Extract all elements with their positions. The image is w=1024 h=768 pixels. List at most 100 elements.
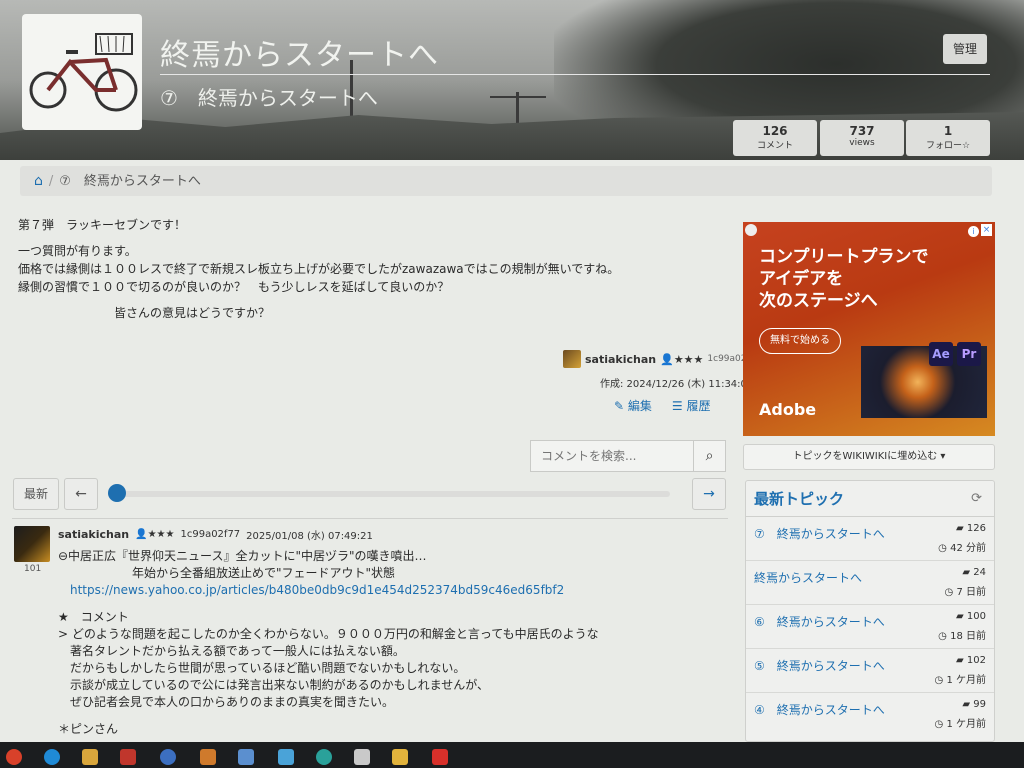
topic-title[interactable]: ⑥ 終焉からスタートへ	[754, 613, 885, 630]
arrow-left-icon[interactable]: ←	[64, 478, 98, 510]
clock-icon: ◷	[944, 587, 954, 598]
latest-button[interactable]: 最新	[13, 478, 59, 510]
clock-icon: ◷	[934, 719, 944, 730]
post-line: 一つ質問が有ります。	[18, 244, 137, 258]
comment-icon: ▰	[962, 699, 971, 710]
post-author[interactable]: satiakichan 👤★★★ 1c99a02f77	[563, 350, 761, 368]
notepad-icon[interactable]	[278, 749, 294, 765]
store-icon[interactable]	[82, 749, 98, 765]
topic-age: ◷ 42 分前	[938, 539, 986, 554]
comment-line: ⊖中居正広『世界仰天ニュース』全カットに"中居ヅラ"の嘆き噴出…	[58, 549, 427, 563]
app-icon[interactable]	[160, 749, 176, 765]
age-value: 7 日前	[956, 587, 986, 598]
comment-line: ぜひ記者会見で本人の口からありのままの真実を聞きたい。	[70, 695, 395, 709]
post-line: 縁側の習慣で１００で切るのが良いのか？ もう少しレスを延ばして良いのか？	[18, 280, 450, 294]
adobe-logo: Adobe	[759, 400, 817, 419]
topic-item[interactable]: ④ 終焉からスタートへ ▰ 99 ◷ 1 ケ月前	[746, 693, 994, 737]
post-actions: ✎ 編集 ☰ 履歴	[614, 397, 711, 414]
stat-comments[interactable]: 126 コメント	[733, 120, 817, 156]
topic-title[interactable]: ⑤ 終焉からスタートへ	[754, 657, 885, 674]
post-line: 価格では縁側は１００レスで終了で新規スレ板立ち上げが必要でしたがzawazawa…	[18, 262, 620, 276]
clock-icon: ◷	[938, 631, 947, 642]
age-value: 18 日前	[950, 631, 986, 642]
app-icon[interactable]	[354, 749, 370, 765]
topic-title[interactable]: ④ 終焉からスタートへ	[754, 701, 885, 718]
close-icon[interactable]: ×	[981, 224, 992, 236]
chrome-icon[interactable]	[6, 749, 22, 765]
topic-title[interactable]: ⑦ 終焉からスタートへ	[754, 525, 885, 542]
stat-follow[interactable]: 1 フォロー☆	[906, 120, 990, 156]
site-logo[interactable]	[22, 14, 142, 130]
divider	[12, 518, 728, 519]
stat-views[interactable]: 737 views	[820, 120, 904, 156]
ad-headline-line: 次のステージへ	[759, 291, 878, 311]
count-value: 99	[973, 699, 986, 710]
comment-slider-handle[interactable]	[108, 484, 126, 502]
app-icon[interactable]	[238, 749, 254, 765]
edit-link[interactable]: ✎ 編集	[614, 397, 652, 414]
advertisement[interactable]: i × コンプリートプランで アイデアを 次のステージへ 無料で始める Ae P…	[743, 222, 995, 436]
comment-author[interactable]: satiakichan	[58, 528, 129, 541]
site-subtitle: ⑦ 終焉からスタートへ	[160, 86, 378, 110]
breadcrumb-separator: /	[48, 174, 54, 189]
ad-info-icon[interactable]: i	[968, 226, 979, 237]
avatar[interactable]	[563, 350, 581, 368]
topic-item[interactable]: ⑤ 終焉からスタートへ ▰ 102 ◷ 1 ケ月前	[746, 649, 994, 693]
author-name[interactable]: satiakichan	[585, 353, 656, 366]
home-icon[interactable]: ⌂	[34, 173, 43, 189]
comment-search-input[interactable]	[531, 441, 693, 471]
site-title[interactable]: 終焉からスタートへ	[160, 30, 439, 74]
comment-section: ★ コメント	[58, 610, 129, 624]
app-icon[interactable]	[200, 749, 216, 765]
ad-choices-icon[interactable]	[745, 224, 757, 236]
topic-title[interactable]: 終焉からスタートへ	[754, 569, 862, 586]
topic-item[interactable]: ⑦ 終焉からスタートへ ▰ 126 ◷ 42 分前	[746, 517, 994, 561]
user-rank-icon: 👤★★★	[660, 352, 704, 366]
comment-icon: ▰	[956, 655, 964, 666]
os-taskbar	[0, 742, 1024, 768]
refresh-icon[interactable]: ⟳	[971, 481, 982, 517]
topic-comment-count: ▰ 102	[956, 655, 986, 666]
stat-number: 737	[849, 124, 875, 138]
topic-comment-count: ▰ 24	[962, 567, 986, 578]
topic-age: ◷ 1 ケ月前	[935, 715, 986, 730]
latest-topics-panel: 最新トピック ⟳ ⑦ 終焉からスタートへ ▰ 126 ◷ 42 分前 終焉からス…	[745, 480, 995, 742]
post-created: 作成: 2024/12/26 (木) 11:34:06	[600, 379, 754, 390]
topic-item[interactable]: ⑥ 終焉からスタートへ ▰ 100 ◷ 18 日前	[746, 605, 994, 649]
comment-hash: 1c99a02f77	[180, 529, 241, 540]
count-value: 100	[966, 611, 986, 622]
arrow-right-icon[interactable]: →	[692, 478, 726, 510]
app-icon[interactable]	[316, 749, 332, 765]
history-link[interactable]: ☰ 履歴	[672, 397, 711, 414]
list-icon: ☰	[671, 399, 683, 413]
title-divider	[160, 74, 990, 75]
comment-number[interactable]: 101	[24, 564, 41, 574]
comment-search: ⌕	[530, 440, 726, 472]
topic-post: 第７弾 ラッキーセブンです！ 一つ質問が有ります。 価格では縁側は１００レスで終…	[18, 216, 728, 322]
comment-icon: ▰	[956, 611, 964, 622]
topic-age: ◷ 1 ケ月前	[935, 671, 986, 686]
admin-button[interactable]: 管理	[943, 34, 987, 64]
app-icon[interactable]	[432, 749, 448, 765]
app-icon[interactable]	[120, 749, 136, 765]
topic-comment-count: ▰ 99	[962, 699, 986, 710]
topic-item[interactable]: 終焉からスタートへ ▰ 24 ◷ 7 日前	[746, 561, 994, 605]
comment-slider-track[interactable]	[108, 491, 670, 497]
ad-cta-button[interactable]: 無料で始める	[759, 328, 841, 354]
comment-line: 示談が成立しているので公には発言出来ない制約があるのかもしれませんが、	[70, 678, 490, 692]
count-value: 24	[973, 567, 986, 578]
avatar[interactable]	[14, 526, 50, 562]
search-icon[interactable]: ⌕	[693, 441, 725, 471]
utility-pole-arm	[490, 96, 546, 98]
embed-wikiwiki-button[interactable]: トピックをWIKIWIKIに埋め込む ▾	[743, 444, 995, 470]
edge-icon[interactable]	[44, 749, 60, 765]
comment-timestamp: 2025/01/08 (水) 07:49:21	[246, 531, 373, 542]
topic-age: ◷ 7 日前	[945, 583, 986, 598]
latest-topics-header: 最新トピック ⟳	[746, 481, 994, 517]
comment-footer: ＊ピンさん	[58, 722, 119, 736]
ad-headline: コンプリートプランで アイデアを 次のステージへ	[759, 246, 929, 312]
article-link[interactable]: https://news.yahoo.co.jp/articles/b480be…	[70, 583, 564, 597]
edit-label: 編集	[627, 399, 652, 413]
clock-icon: ◷	[938, 543, 947, 554]
app-icon[interactable]	[392, 749, 408, 765]
